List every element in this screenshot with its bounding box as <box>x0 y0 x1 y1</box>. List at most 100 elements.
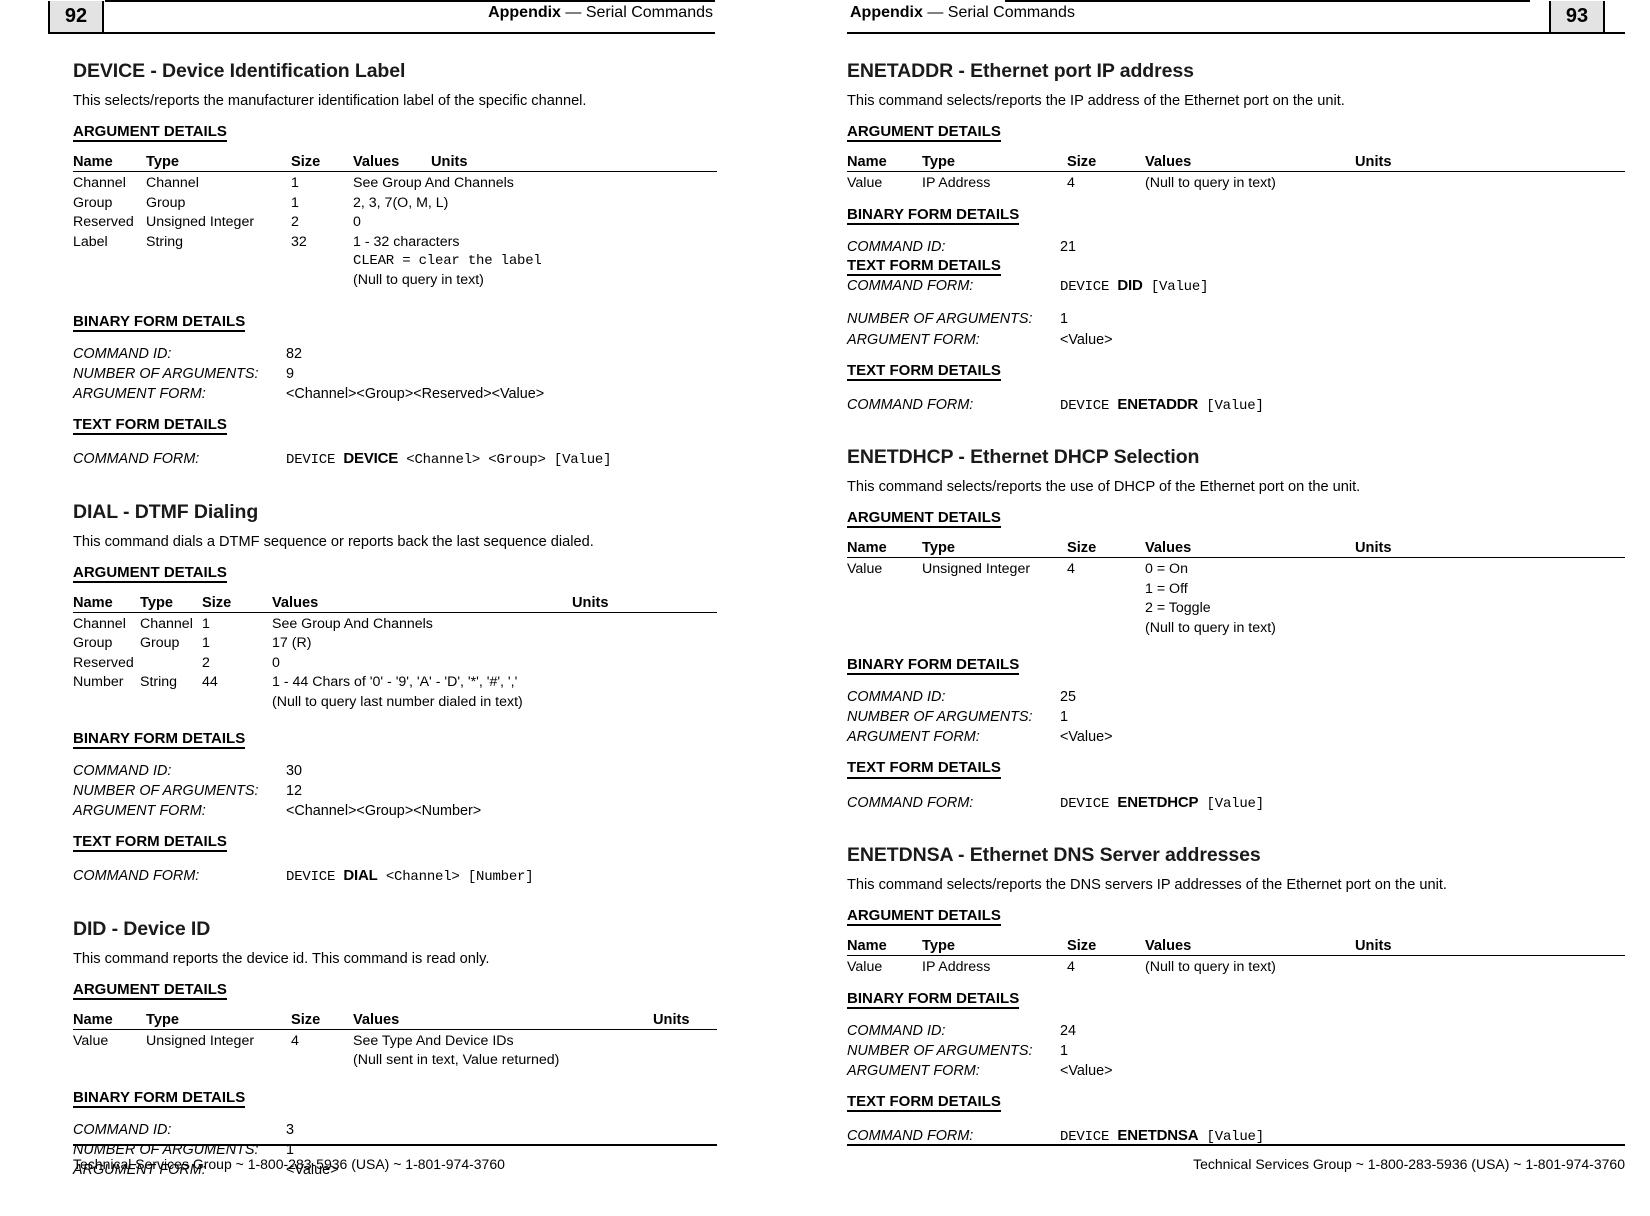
form-value: 82 <box>286 345 303 362</box>
col-type: Type <box>146 1012 291 1031</box>
cell-name: Value <box>847 561 883 578</box>
form-value: <Channel><Group><Reserved><Value> <box>286 385 545 402</box>
table-row: Reserved 2 0 <box>73 654 717 673</box>
cell-type: Unsigned Integer <box>922 561 1031 578</box>
text-form-label-enetdhcp: TEXT FORM DETAILS <box>847 760 1001 779</box>
text-form-label-device: TEXT FORM DETAILS <box>73 416 227 436</box>
command-form-value: DEVICE DEVICE <Channel> <Group> [Value] <box>286 449 612 470</box>
value-line: (Null to query in text) <box>1145 175 1276 192</box>
command-form-value: DEVICE ENETDHCP [Value] <box>1060 793 1264 814</box>
binary-form-label-device: BINARY FORM DETAILS <box>73 313 246 332</box>
form-label: COMMAND ID: <box>847 1022 946 1039</box>
table-row: Group Group 1 2, 3, 7(O, M, L) <box>73 194 717 213</box>
col-values: Values <box>1145 540 1355 559</box>
command-prefix: DEVICE <box>1060 279 1118 296</box>
col-units: Units <box>1355 154 1625 173</box>
value-line: 2, 3, 7(O, M, L) <box>353 194 449 211</box>
cell-name: Value <box>73 1033 109 1050</box>
command-suffix: [Value] <box>1198 795 1265 812</box>
table-row: Value IP Address 4 (Null to query in tex… <box>847 956 1625 978</box>
form-row: ARGUMENT FORM: <Value> <box>847 330 1113 350</box>
value-line: See Group And Channels <box>272 615 433 632</box>
col-name: Name <box>73 594 140 613</box>
form-label: ARGUMENT FORM: <box>847 729 980 746</box>
header-appendix-label: Appendix <box>488 4 561 21</box>
form-label: COMMAND ID: <box>73 763 172 780</box>
section-description-enetdhcp: This command selects/reports the use of … <box>847 479 1361 496</box>
section-heading-did: DID - Device ID <box>73 917 211 940</box>
table-header-row: Name Type Size Values Units <box>73 154 717 173</box>
section-heading-device: DEVICE - Device Identification Label <box>73 60 406 82</box>
command-prefix: DEVICE <box>286 869 344 886</box>
command-form-value: DEVICE ENETADDR [Value] <box>1060 395 1264 416</box>
argument-table-device: Name Type Size Values Units Channel Chan… <box>73 154 717 290</box>
col-size: Size <box>1067 938 1145 957</box>
command-keyword: ENETADDR <box>1117 395 1199 413</box>
command-suffix: [Value] <box>1198 397 1264 414</box>
section-enetaddr: ENETADDR - Ethernet port IP address This… <box>847 60 1625 416</box>
col-type: Type <box>922 540 1067 559</box>
col-name: Name <box>847 154 922 173</box>
section-heading-enetdnsa: ENETDNSA - Ethernet DNS Server addresses <box>847 844 1261 867</box>
argument-table-enetaddr: Name Type Size Values Units Value IP Add… <box>847 154 1625 193</box>
header-subtitle: Serial Commands <box>947 4 1075 21</box>
cell-values: See Type And Device IDs (Null sent in te… <box>353 1030 717 1071</box>
form-value: 1 <box>1060 311 1069 328</box>
table-row: Value IP Address 4 (Null to query in tex… <box>847 172 1625 194</box>
form-label: NUMBER OF ARGUMENTS: <box>73 365 259 382</box>
page-92: 92 Appendix — Serial Commands DEVICE - D… <box>0 0 825 1216</box>
footer-left: Technical Services Group ~ 1-800-283-593… <box>0 1106 825 1216</box>
cell-name: Group <box>73 194 113 211</box>
command-suffix: <Channel> [Number] <box>377 869 534 886</box>
col-units: Units <box>431 154 717 173</box>
form-row: ARGUMENT FORM: <Value> <box>847 727 1113 747</box>
col-size: Size <box>1067 540 1145 559</box>
argument-table-did: Name Type Size Values Units Value Unsign… <box>73 1012 717 1071</box>
command-form-value: DEVICE DID [Value] <box>1060 276 1208 297</box>
cell-type: Group <box>146 194 186 211</box>
cell-values: (Null to query in text) <box>1145 172 1625 194</box>
command-suffix: [Value] <box>1142 279 1209 296</box>
table-row: Reserved Unsigned Integer 2 0 <box>73 213 717 232</box>
cell-size: 1 <box>202 635 210 652</box>
cell-size: 4 <box>1067 175 1075 192</box>
command-prefix: DEVICE <box>1060 795 1118 812</box>
col-type: Type <box>922 938 1067 957</box>
header-separator: — <box>922 4 948 21</box>
section-description-enetaddr: This command selects/reports the IP addr… <box>847 93 1345 109</box>
form-label: COMMAND FORM: <box>73 451 200 468</box>
section-enetdnsa: ENETDNSA - Ethernet DNS Server addresses… <box>847 844 1625 1148</box>
argument-details-label-did: ARGUMENT DETAILS <box>73 981 227 1001</box>
section-enetdhcp: ENETDHCP - Ethernet DHCP Selection This … <box>847 446 1625 814</box>
binary-form-enetdhcp: COMMAND ID: 25 NUMBER OF ARGUMENTS: 1 ARGU… <box>847 687 1113 747</box>
form-label: NUMBER OF ARGUMENTS: <box>847 311 1033 328</box>
form-label: NUMBER OF ARGUMENTS: <box>73 783 259 800</box>
page-93-body: ENETADDR - Ethernet port IP address This… <box>825 34 1650 1145</box>
form-row: COMMAND FORM: DEVICE ENETDHCP [Value] <box>847 793 1264 814</box>
col-size: Size <box>291 154 353 173</box>
text-form-label-enetaddr: TEXT FORM DETAILS <box>847 362 1001 381</box>
form-value: 25 <box>1060 689 1077 706</box>
binary-form-label-enetaddr: BINARY FORM DETAILS <box>847 206 1020 225</box>
form-row: ARGUMENT FORM: <Channel><Group><Number> <box>73 801 481 821</box>
form-row: COMMAND ID: 82 <box>73 344 544 364</box>
page-92-body: DEVICE - Device Identification Label Thi… <box>0 34 825 1178</box>
footer-text-left: Technical Services Group ~ 1-800-283-593… <box>73 1156 505 1172</box>
cell-values: See Group And Channels <box>353 172 717 194</box>
page-number-92: 92 <box>48 1 104 32</box>
text-form-enetaddr-inline: COMMAND FORM: DEVICE DID [Value] <box>847 276 1208 297</box>
form-row: ARGUMENT FORM: <Channel><Group><Reserved>… <box>73 384 544 404</box>
argument-table-enetdhcp: Name Type Size Values Units Value Unsign… <box>847 540 1625 638</box>
cell-size: 32 <box>291 233 307 250</box>
cell-type: IP Address <box>922 959 991 976</box>
command-suffix: <Channel> <Group> [Value] <box>398 452 612 469</box>
cell-type: String <box>146 233 184 250</box>
value-line: (Null to query in text) <box>1145 619 1276 636</box>
form-row: COMMAND FORM: DEVICE ENETADDR [Value] <box>847 395 1264 416</box>
col-values: Values <box>1145 938 1355 957</box>
cell-size: 1 <box>291 175 299 192</box>
form-value: 21 <box>1060 238 1077 255</box>
table-header-row: Name Type Size Values Units <box>73 1012 717 1031</box>
cell-values: 1 - 32 characters CLEAR = clear the labe… <box>353 233 717 291</box>
header-title-left: Appendix — Serial Commands <box>488 4 713 22</box>
